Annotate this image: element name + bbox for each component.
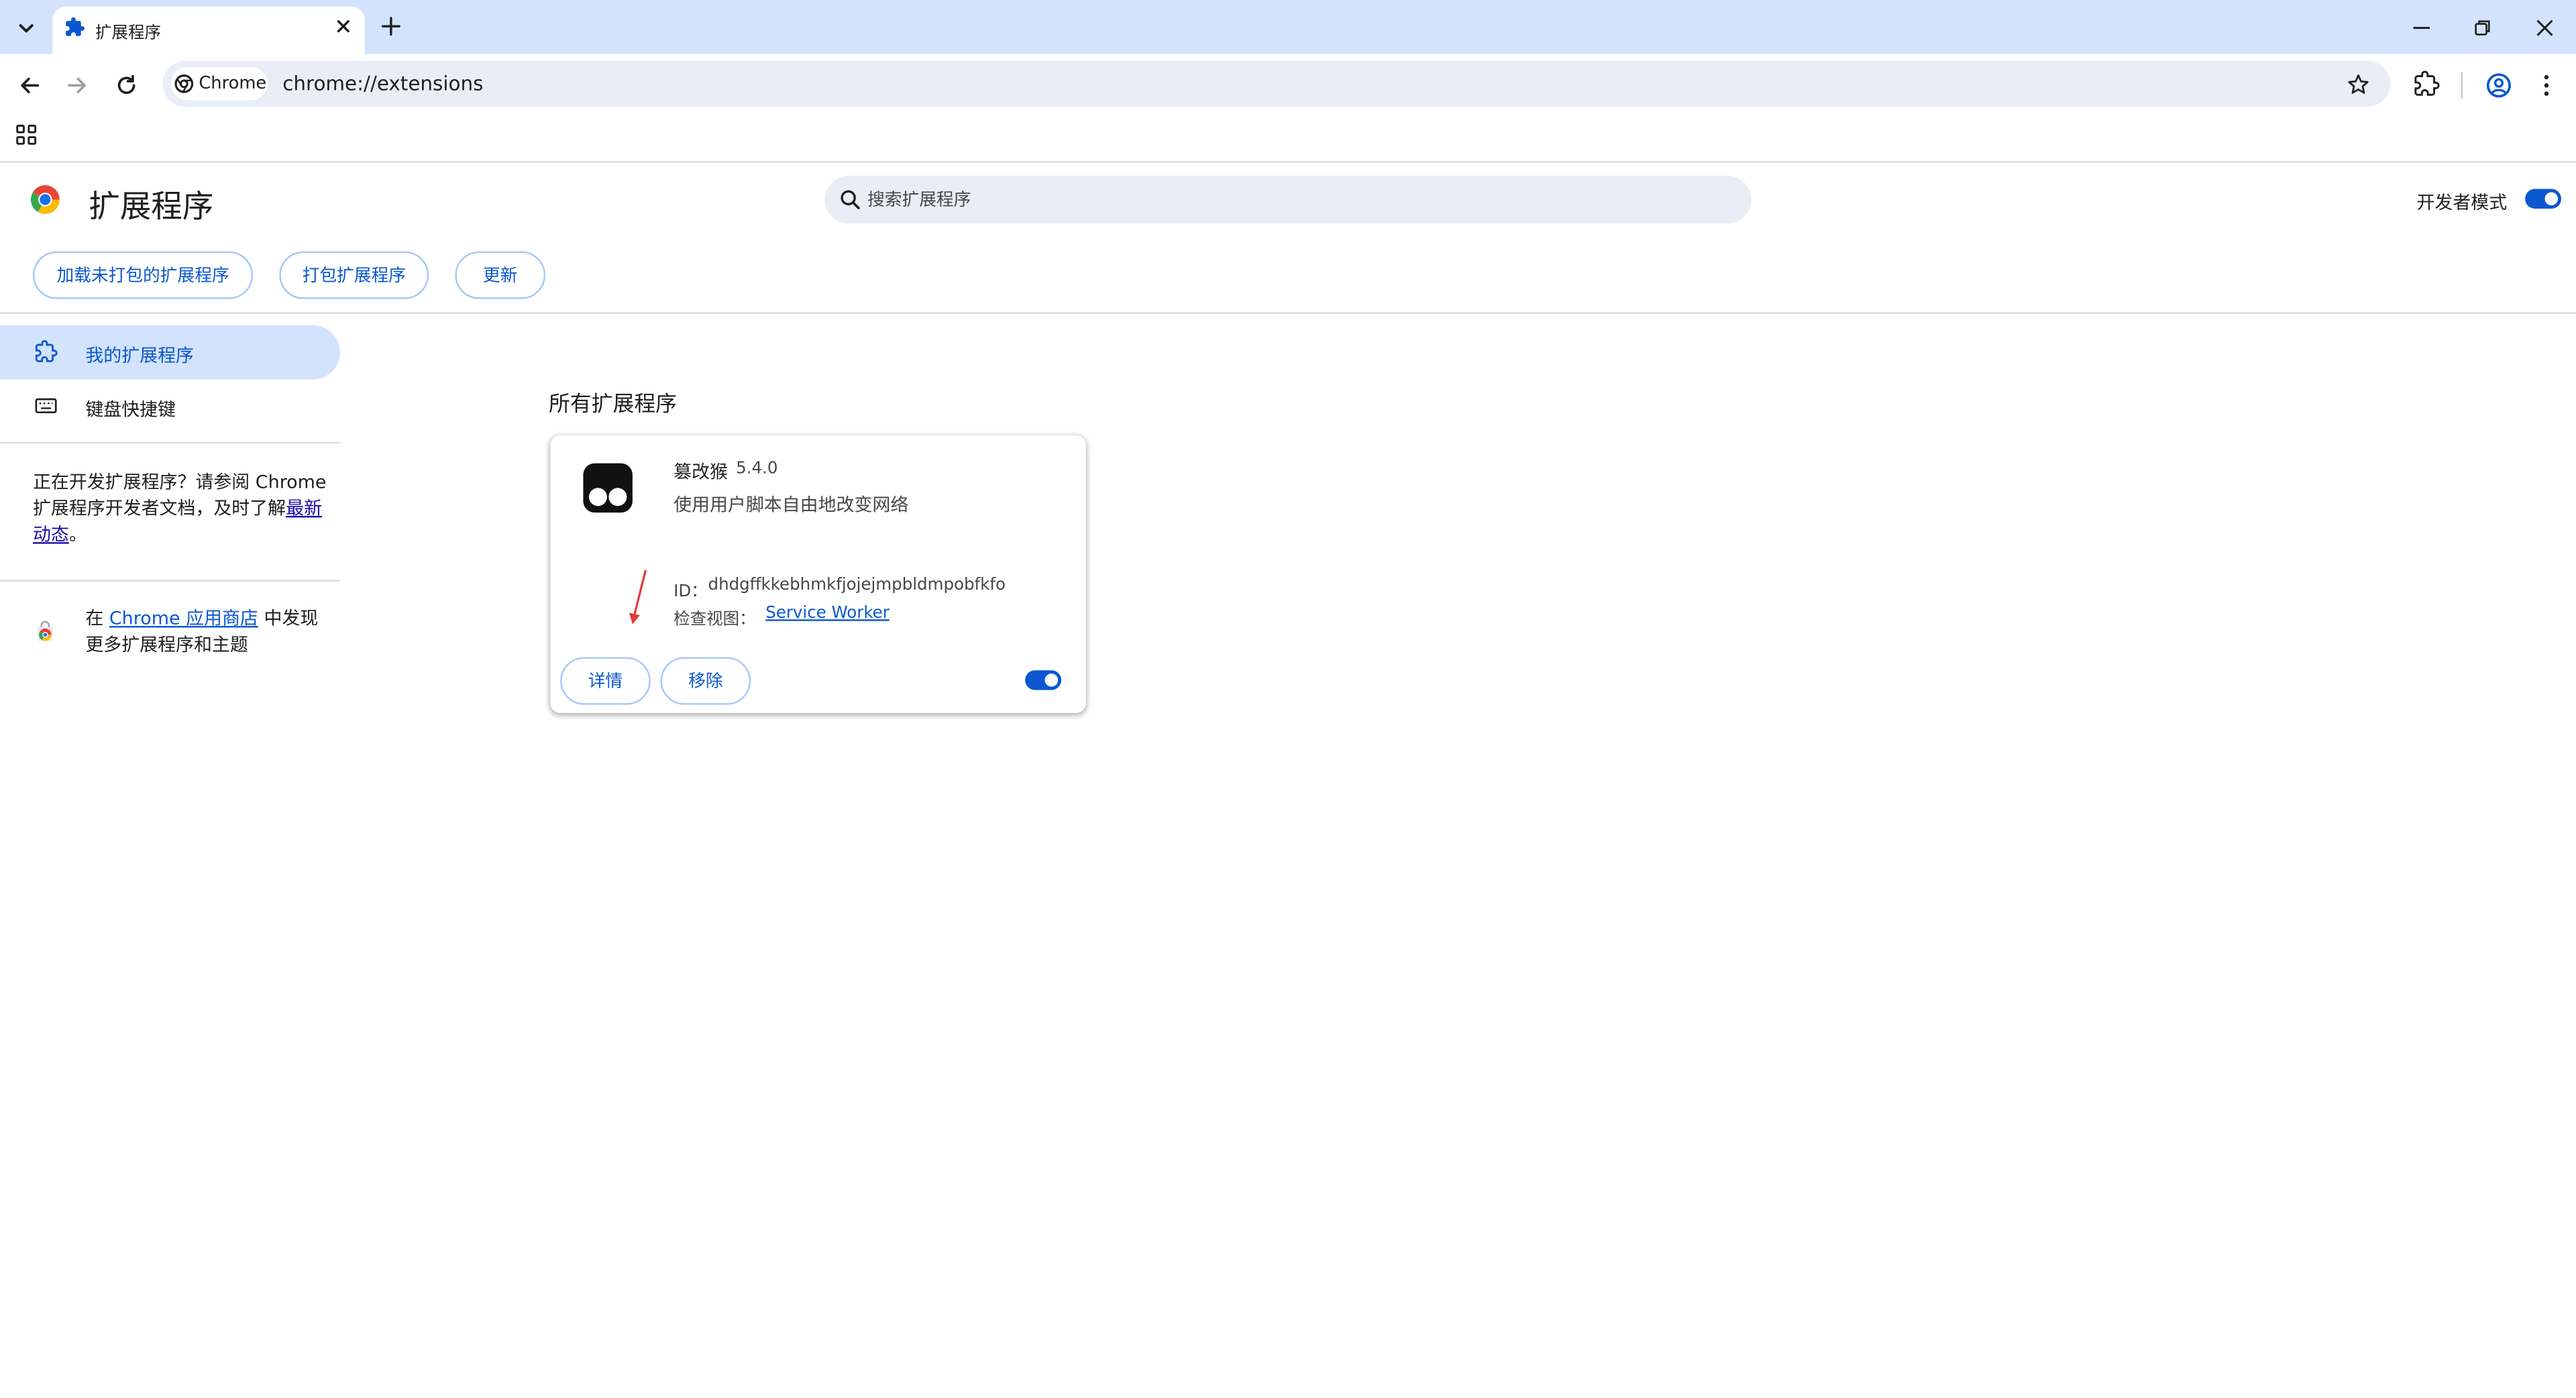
- developer-note: 正在开发扩展程序？请参阅 Chrome 扩展程序开发者文档，及时了解最新动态。: [33, 470, 329, 549]
- keyboard-icon: [34, 396, 57, 415]
- reload-icon[interactable]: [113, 72, 140, 99]
- extension-version: 5.4.0: [736, 460, 778, 478]
- address-bar[interactable]: [162, 60, 2391, 107]
- tab-search-chevron-icon[interactable]: [13, 15, 40, 41]
- developer-note-suffix: 。: [68, 524, 87, 546]
- web-store-icon: [33, 619, 58, 644]
- red-annotation-arrow-icon: [626, 567, 652, 626]
- apps-grid-icon[interactable]: [15, 123, 38, 146]
- section-heading: 所有扩展程序: [548, 392, 678, 418]
- developer-note-text: 正在开发扩展程序？请参阅 Chrome 扩展程序开发者文档，及时了解: [32, 471, 327, 519]
- extension-name: 篡改猴: [674, 462, 728, 484]
- close-tab-icon[interactable]: [333, 16, 353, 36]
- extensions-puzzle-icon[interactable]: [2414, 70, 2440, 97]
- minimize-icon[interactable]: [2410, 16, 2433, 39]
- site-chip-label: Chrome: [199, 74, 267, 94]
- puzzle-icon: [64, 16, 86, 38]
- web-store-note-prefix: 在: [85, 608, 109, 629]
- page-title: 扩展程序: [89, 189, 214, 225]
- dev-mode-label: 开发者模式: [2416, 192, 2508, 214]
- extension-id-label: ID：: [674, 583, 708, 602]
- pack-extension-button[interactable]: 打包扩展程序: [279, 251, 429, 299]
- remove-button[interactable]: 移除: [660, 657, 751, 705]
- sidebar-item-label: 我的扩展程序: [85, 345, 194, 367]
- chrome-web-store-link[interactable]: Chrome 应用商店: [109, 608, 258, 629]
- bookmark-star-icon[interactable]: [2346, 72, 2371, 97]
- bookmarks-bar: [0, 113, 2576, 163]
- extension-icon: [34, 339, 58, 363]
- back-arrow-icon[interactable]: [16, 72, 42, 99]
- sidebar-divider: [0, 441, 340, 444]
- service-worker-link[interactable]: Service Worker: [765, 604, 890, 623]
- tampermonkey-logo-icon: [582, 462, 634, 514]
- restore-icon[interactable]: [2471, 16, 2493, 39]
- chrome-logo: [28, 182, 62, 217]
- sidebar-item-label: 键盘快捷键: [85, 399, 176, 421]
- extension-id: dhdgffkkebhmkfjojejmpbldmpobfkfo: [708, 576, 1006, 595]
- url-text[interactable]: chrome://extensions: [282, 72, 483, 95]
- inspect-views-label: 检查视图：: [674, 611, 756, 629]
- search-icon: [839, 189, 861, 211]
- web-store-note: 在 Chrome 应用商店 中发现更多扩展程序和主题: [85, 606, 331, 659]
- load-unpacked-button[interactable]: 加载未打包的扩展程序: [32, 251, 254, 299]
- forward-arrow-icon[interactable]: [64, 72, 91, 99]
- close-window-icon[interactable]: [2533, 16, 2556, 39]
- new-tab-icon[interactable]: [380, 15, 402, 38]
- dev-mode-toggle[interactable]: [2525, 189, 2561, 209]
- search-input[interactable]: [867, 187, 1722, 212]
- chrome-logo-icon: [174, 74, 194, 93]
- header-divider: [0, 312, 2576, 314]
- tab-title: 扩展程序: [95, 24, 162, 43]
- profile-avatar-icon[interactable]: [2485, 72, 2512, 99]
- details-button[interactable]: 详情: [560, 657, 651, 705]
- update-button[interactable]: 更新: [455, 251, 546, 299]
- extension-enable-toggle[interactable]: [1025, 670, 1062, 690]
- toolbar-divider: [2461, 72, 2463, 99]
- more-menu-icon[interactable]: [2533, 72, 2559, 99]
- sidebar-divider: [0, 580, 340, 582]
- extension-description: 使用用户脚本自由地改变网络: [674, 494, 909, 516]
